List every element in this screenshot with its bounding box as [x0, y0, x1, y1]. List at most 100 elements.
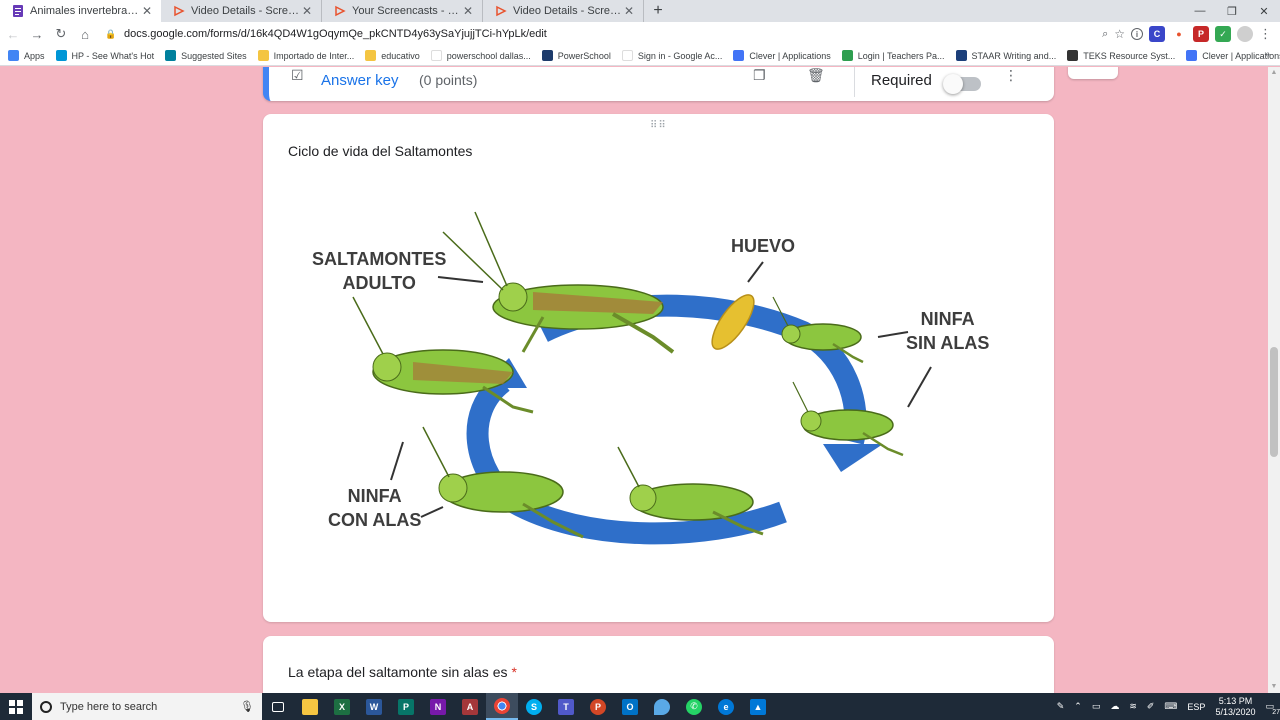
chevron-up-icon[interactable]: ⌃ [1074, 701, 1082, 712]
keyboard-icon[interactable]: ⌨ [1164, 701, 1177, 712]
edge-button[interactable]: e [710, 693, 742, 720]
tab-title: Video Details - Screencastify [513, 5, 623, 17]
close-icon[interactable]: ✕ [301, 4, 313, 18]
label-line: NINFA [920, 309, 975, 329]
bookmark-9[interactable]: Login | Teachers Pa... [841, 50, 945, 61]
menu-kebab-icon[interactable]: ⋮ [1259, 26, 1272, 42]
bookmark-1[interactable]: HP - See What's Hot [55, 50, 154, 61]
skype-button[interactable]: S [518, 693, 550, 720]
paint-button[interactable] [646, 693, 678, 720]
lock-icon[interactable]: 🔒 [104, 29, 118, 40]
word-button[interactable]: W [358, 693, 390, 720]
more-options-icon[interactable]: ⋮ [1004, 67, 1022, 85]
new-tab-button[interactable]: + [644, 0, 672, 22]
whatsapp-button[interactable]: ✆ [678, 693, 710, 720]
back-icon[interactable]: ← [2, 23, 24, 45]
home-icon[interactable]: ⌂ [74, 23, 96, 45]
image-card[interactable]: ⠿⠿ Ciclo de vida del Saltamontes SALTAMO… [263, 114, 1054, 622]
answer-key-icon[interactable]: ☑ [291, 67, 309, 85]
bookmark-5[interactable]: powerschool dallas... [430, 50, 531, 61]
bookmark-8[interactable]: Clever | Applications [733, 50, 831, 61]
page-content: ☑ Answer key (0 points) ❐ 🗑 Required ⋮ ⠿… [0, 67, 1268, 693]
close-icon[interactable]: ✕ [141, 4, 153, 18]
star-icon[interactable]: ☆ [1114, 27, 1125, 41]
file-explorer-button[interactable] [294, 693, 326, 720]
close-icon[interactable]: ✕ [462, 4, 474, 18]
pointer-arrow [877, 331, 909, 338]
pdf-extension-icon[interactable]: P [1193, 26, 1209, 42]
window-controls: — ❐ ✕ [1184, 0, 1280, 22]
excel-button[interactable]: X [326, 693, 358, 720]
scrollbar-thumb[interactable] [1270, 347, 1278, 457]
divider [854, 67, 855, 97]
drag-handle-icon[interactable]: ⠿⠿ [650, 120, 667, 131]
screencastify-extension-icon[interactable]: ● [1171, 26, 1187, 42]
clever-extension-icon[interactable]: C [1149, 26, 1165, 42]
onedrive-icon[interactable]: ☁ [1110, 701, 1119, 712]
bookmark-10[interactable]: STAAR Writing and... [955, 50, 1056, 61]
minimize-icon[interactable]: — [1184, 0, 1216, 22]
browser-tab-2[interactable]: Your Screencasts - Screencastify ✕ [322, 0, 483, 22]
publisher-button[interactable]: P [390, 693, 422, 720]
bookmark-4[interactable]: educativo [365, 50, 420, 61]
taskbar-search[interactable]: Type here to search 🎙 [32, 693, 262, 720]
browser-tab-1[interactable]: Video Details - Screencastify ✕ [161, 0, 322, 22]
bookmark-label: TEKS Resource Syst... [1083, 50, 1176, 61]
photos-button[interactable]: ▲ [742, 693, 774, 720]
screencastify-icon [174, 5, 185, 17]
reload-icon[interactable]: ↻ [50, 23, 72, 45]
address-bar[interactable]: 🔒 docs.google.com/forms/d/16k4QD4W1gOqym… [104, 23, 1102, 45]
bookmark-2[interactable]: Suggested Sites [165, 50, 247, 61]
pen-icon[interactable]: ✎ [1057, 701, 1065, 712]
delete-icon[interactable]: 🗑 [807, 67, 825, 85]
powerpoint-button[interactable]: P [582, 693, 614, 720]
bookmark-0[interactable]: Apps [8, 50, 45, 61]
whatsapp-icon: ✆ [686, 698, 702, 715]
notification-icon[interactable]: ▭ 27 [1265, 701, 1280, 716]
bookmark-label: educativo [381, 50, 420, 61]
clock[interactable]: 5:13 PM 5/13/2020 [1215, 696, 1255, 718]
zoom-search-icon[interactable]: ⌕ [1102, 28, 1108, 41]
profile-avatar-icon[interactable] [1237, 26, 1253, 42]
scroll-up-icon[interactable]: ▲ [1268, 67, 1280, 79]
tab-title: Video Details - Screencastify [191, 5, 301, 17]
duplicate-icon[interactable]: ❐ [753, 67, 771, 85]
browser-tab-0[interactable]: Animales invertebrados - Google Forms ✕ [0, 0, 161, 22]
teachers-pay-icon [841, 50, 853, 61]
battery-icon[interactable]: ▭ [1092, 701, 1101, 712]
required-toggle[interactable] [943, 74, 981, 94]
bookmarks-overflow-icon[interactable]: » [1264, 49, 1270, 60]
access-button[interactable]: A [454, 693, 486, 720]
onenote-button[interactable]: N [422, 693, 454, 720]
browser-tab-3[interactable]: Video Details - Screencastify ✕ [483, 0, 644, 22]
task-view-button[interactable] [262, 693, 294, 720]
bookmark-7[interactable]: Sign in - Google Ac... [621, 50, 722, 61]
teams-button[interactable]: T [550, 693, 582, 720]
onenote-icon: N [430, 698, 446, 715]
bookmark-6[interactable]: PowerSchool [541, 50, 611, 61]
outlook-button[interactable]: O [614, 693, 646, 720]
system-tray: ✎ ⌃ ▭ ☁ ≋ ✐ ⌨ ESP 5:13 PM 5/13/2020 ▭ 27 [1057, 693, 1280, 720]
pen-settings-icon[interactable]: ✐ [1147, 701, 1155, 712]
windows-start-button[interactable] [0, 693, 32, 720]
microphone-icon[interactable]: 🎙 [240, 700, 254, 713]
bookmark-11[interactable]: TEKS Resource Syst... [1067, 50, 1175, 61]
wifi-icon[interactable]: ≋ [1129, 701, 1137, 712]
floating-toolbar[interactable] [1068, 67, 1118, 79]
green-extension-icon[interactable]: ✓ [1215, 26, 1231, 42]
extension-info-icon[interactable]: i [1131, 28, 1143, 40]
restore-icon[interactable]: ❐ [1216, 0, 1248, 22]
chrome-button[interactable] [486, 693, 518, 720]
vertical-scrollbar[interactable]: ▲ ▼ [1268, 67, 1280, 693]
close-icon[interactable]: ✕ [623, 4, 635, 18]
close-window-icon[interactable]: ✕ [1248, 0, 1280, 22]
paint-drop-icon [654, 698, 670, 715]
bookmark-label: Suggested Sites [181, 50, 247, 61]
bookmark-3[interactable]: Importado de Inter... [257, 50, 354, 61]
answer-key-link[interactable]: Answer key [321, 72, 399, 89]
question-card[interactable]: La etapa del saltamonte sin alas es * [263, 636, 1054, 693]
forward-icon[interactable]: → [26, 23, 48, 45]
question-card-previous[interactable]: ☑ Answer key (0 points) ❐ 🗑 Required ⋮ [263, 67, 1054, 101]
language-indicator[interactable]: ESP [1187, 702, 1205, 712]
scroll-down-icon[interactable]: ▼ [1268, 681, 1280, 693]
